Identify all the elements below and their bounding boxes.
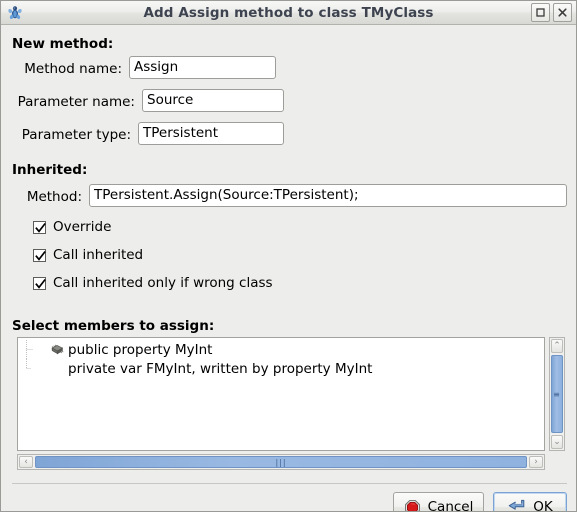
scroll-v-track[interactable]: ≡ (550, 354, 564, 434)
ok-button[interactable]: OK (493, 492, 567, 512)
check-icon (35, 250, 46, 261)
members-heading: Select members to assign: (12, 318, 215, 334)
ok-button-label: OK (533, 499, 553, 512)
button-panel-separator (12, 483, 567, 484)
scroll-v-thumb[interactable]: ≡ (551, 355, 563, 433)
close-button[interactable] (553, 3, 572, 22)
cancel-button-label: Cancel (427, 499, 474, 512)
stop-octagon-icon (404, 499, 420, 511)
members-horizontal-scrollbar[interactable]: ‹ ||| › (17, 454, 545, 470)
scroll-down-button[interactable]: ⌄ (551, 435, 563, 449)
scroll-left-button[interactable]: ‹ (19, 456, 33, 468)
maximize-icon (536, 8, 545, 17)
tree-indent (18, 359, 48, 378)
method-name-label: Method name: (24, 61, 122, 77)
list-item[interactable]: private var FMyInt, written by property … (18, 359, 544, 378)
ok-button-label-mnemonic: O (533, 499, 544, 512)
method-name-input[interactable]: Assign (129, 56, 276, 79)
dialog-window: Add Assign method to class TMyClass New … (0, 0, 577, 512)
members-vertical-scrollbar[interactable]: ⌃ ≡ ⌄ (549, 337, 565, 451)
enter-arrow-icon (508, 499, 525, 510)
inherited-heading: Inherited: (12, 162, 88, 178)
inherited-method-input[interactable]: TPersistent.Assign(Source:TPersistent); (89, 184, 567, 207)
members-listbox[interactable]: public property MyInt private var FMyInt… (17, 337, 545, 451)
window-title: Add Assign method to class TMyClass (143, 4, 434, 21)
tree-indent (18, 340, 48, 359)
check-icon (35, 222, 46, 233)
chip-icon (48, 343, 66, 357)
inherited-method-label: Method: (26, 189, 82, 205)
list-item[interactable]: public property MyInt (18, 340, 544, 359)
window-controls (531, 3, 572, 22)
parameter-name-label: Parameter name: (17, 94, 135, 110)
scroll-h-thumb[interactable]: ||| (35, 456, 527, 468)
parameter-type-label: Parameter type: (21, 127, 131, 143)
checkbox-override-label: Override (53, 219, 112, 235)
list-item-label: public property MyInt (68, 341, 213, 358)
check-icon (35, 278, 46, 289)
checkbox-call-inherited-wrong-class-box[interactable] (33, 276, 46, 290)
cancel-button[interactable]: Cancel (393, 492, 484, 512)
checkbox-call-inherited-label: Call inherited (53, 247, 144, 263)
list-item-label: private var FMyInt, written by property … (68, 360, 373, 377)
close-icon (558, 8, 567, 17)
parameter-type-input[interactable]: TPersistent (138, 122, 284, 145)
tree-lines-icon (26, 359, 31, 369)
ok-button-label-rest: K (543, 499, 553, 512)
checkbox-call-inherited[interactable]: Call inherited (33, 247, 143, 263)
scroll-up-button[interactable]: ⌃ (551, 339, 563, 353)
new-method-heading: New method: (12, 36, 114, 52)
parameter-name-input[interactable]: Source (142, 89, 284, 112)
checkbox-override-box[interactable] (33, 220, 46, 234)
scroll-right-button[interactable]: › (529, 456, 543, 468)
checkbox-call-inherited-box[interactable] (33, 248, 46, 262)
checkbox-call-inherited-wrong-class-label: Call inherited only if wrong class (53, 275, 273, 291)
title-bar: Add Assign method to class TMyClass (1, 1, 576, 25)
checkbox-override[interactable]: Override (33, 219, 111, 235)
maximize-button[interactable] (531, 3, 550, 22)
lazarus-bug-icon (8, 5, 22, 19)
dialog-body: New method: Method name: Assign Paramete… (1, 25, 576, 512)
checkbox-call-inherited-wrong-class[interactable]: Call inherited only if wrong class (33, 275, 273, 291)
tree-lines-icon (26, 340, 33, 359)
